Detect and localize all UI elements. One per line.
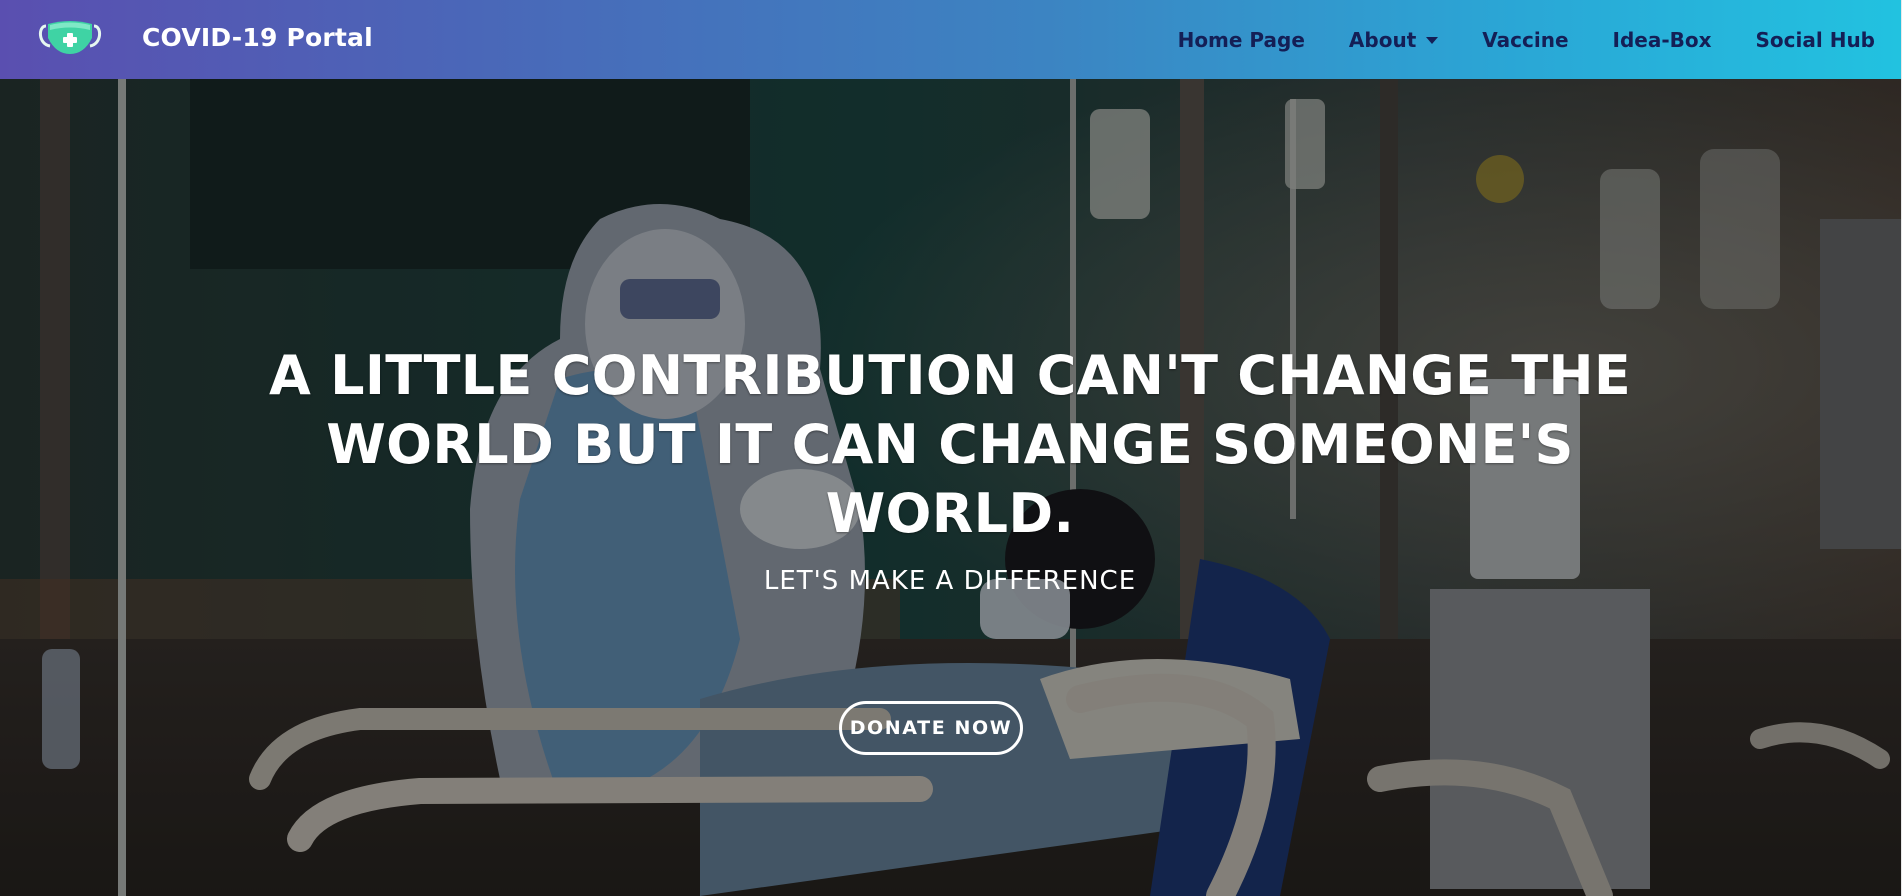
hero-section: A LITTLE CONTRIBUTION CAN'T CHANGE THE W…	[0, 79, 1901, 896]
brand-name: COVID-19 Portal	[142, 22, 373, 52]
nav-about-dropdown[interactable]: About	[1348, 27, 1439, 52]
caret-down-icon	[1426, 37, 1439, 44]
brand[interactable]: COVID-19 Portal	[38, 17, 373, 57]
nav-vaccine-label: Vaccine	[1482, 27, 1569, 52]
nav-vaccine[interactable]: Vaccine	[1482, 28, 1568, 52]
hero-subtitle: LET'S MAKE A DIFFERENCE	[763, 566, 1137, 596]
nav-idea-box[interactable]: Idea-Box	[1613, 28, 1712, 52]
navbar: COVID-19 Portal Home Page About Vaccine …	[0, 0, 1901, 79]
mask-icon	[39, 21, 101, 54]
nav-idea-box-label: Idea-Box	[1612, 27, 1712, 52]
nav-links: Home Page About Vaccine Idea-Box Social …	[1134, 0, 1875, 79]
nav-home-page-label: Home Page	[1177, 27, 1305, 52]
nav-social-hub-label: Social Hub	[1755, 27, 1875, 52]
donate-now-button[interactable]: DONATE NOW	[839, 701, 1023, 755]
nav-about-label: About	[1348, 27, 1417, 52]
hero-title: A LITTLE CONTRIBUTION CAN'T CHANGE THE W…	[268, 344, 1632, 545]
nav-social-hub[interactable]: Social Hub	[1756, 28, 1875, 52]
hero-content: A LITTLE CONTRIBUTION CAN'T CHANGE THE W…	[250, 341, 1650, 596]
nav-home-page[interactable]: Home Page	[1178, 28, 1305, 52]
page: COVID-19 Portal Home Page About Vaccine …	[0, 0, 1902, 896]
